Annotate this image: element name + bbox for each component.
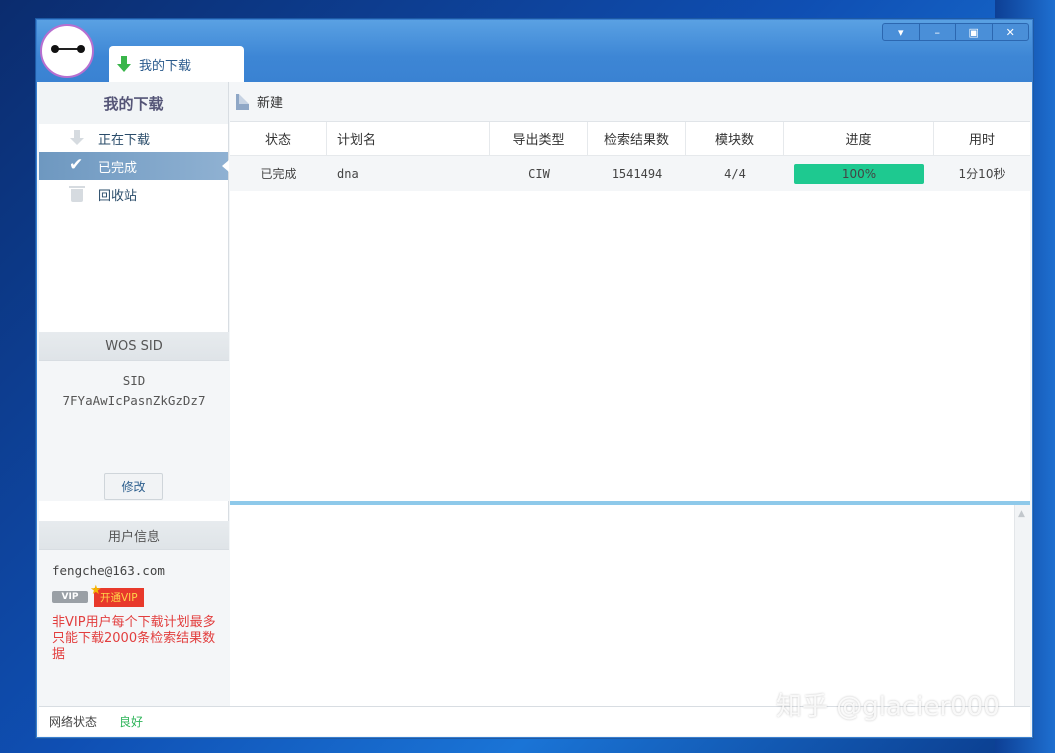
vip-limit-note: 非VIP用户每个下载计划最多只能下载2000条检索结果数据: [52, 615, 216, 662]
app-window: 我的下载 ▾ – ▣ ✕ 我的下载 正在下载 已完成 回收站 WOS SID S…: [36, 19, 1033, 738]
table-header: 状态 计划名 导出类型 检索结果数 模块数 进度 用时: [230, 122, 1030, 156]
sidebar-item-label: 正在下载: [98, 132, 151, 148]
modify-sid-button[interactable]: 修改: [104, 473, 163, 500]
check-icon: [69, 155, 85, 175]
sidebar-item-label: 回收站: [98, 188, 138, 204]
window-controls: ▾ – ▣ ✕: [882, 23, 1029, 41]
column-header-status[interactable]: 状态: [230, 122, 327, 155]
sid-panel: SID 7FYaAwIcPasnZkGzDz7 修改: [39, 361, 229, 501]
sidebar-item-label: 已完成: [98, 160, 138, 176]
vip-row: VIP ★ 开通VIP: [52, 583, 229, 607]
dropdown-menu-icon[interactable]: ▾: [883, 24, 920, 40]
sid-panel-header: WOS SID: [39, 332, 229, 361]
main-content: 新建 状态 计划名 导出类型 检索结果数 模块数 进度 用时 已完成 dna C…: [230, 82, 1030, 706]
close-icon[interactable]: ✕: [993, 24, 1029, 40]
new-button[interactable]: 新建: [257, 92, 283, 111]
column-header-results[interactable]: 检索结果数: [588, 122, 686, 155]
sidebar-item-downloading[interactable]: 正在下载: [39, 124, 228, 152]
column-header-modules[interactable]: 模块数: [686, 122, 784, 155]
user-email: fengche@163.com: [52, 563, 165, 578]
scroll-up-icon[interactable]: ▲: [1018, 509, 1025, 519]
cell-results: 1541494: [611, 166, 663, 181]
star-icon: ★: [90, 583, 102, 598]
cell-status: 已完成: [260, 167, 297, 181]
column-header-export-type[interactable]: 导出类型: [490, 122, 588, 155]
cell-time: 1分10秒: [958, 167, 1006, 181]
user-panel: fengche@163.com VIP ★ 开通VIP 非VIP用户每个下载计划…: [39, 550, 229, 706]
vip-badge: VIP: [52, 591, 88, 603]
table-row[interactable]: 已完成 dna CIW 1541494 4/4 100% 1分10秒: [230, 156, 1030, 191]
download-arrow-icon: [117, 56, 131, 72]
column-header-time[interactable]: 用时: [934, 122, 1030, 155]
sidebar-title: 我的下载: [39, 82, 228, 124]
network-status-label: 网络状态: [49, 715, 98, 729]
tab-my-downloads[interactable]: 我的下载: [109, 46, 244, 82]
progress-bar: 100%: [794, 163, 924, 184]
trash-icon: [69, 186, 85, 202]
progress-text: 100%: [841, 166, 877, 181]
log-area: ▲: [230, 505, 1030, 706]
cell-modules: 4/4: [724, 166, 746, 181]
maximize-icon[interactable]: ▣: [956, 24, 993, 40]
sid-label: SID: [122, 373, 146, 388]
sid-value: 7FYaAwIcPasnZkGzDz7: [62, 393, 206, 408]
cell-plan-name: dna: [337, 166, 359, 181]
toolbar: 新建: [230, 82, 1030, 122]
download-arrow-icon: [69, 130, 85, 146]
tab-label: 我的下载: [139, 58, 192, 74]
sidebar-item-recycle-bin[interactable]: 回收站: [39, 180, 228, 208]
app-logo: [40, 24, 94, 78]
cell-export-type: CIW: [528, 166, 550, 181]
sidebar-item-completed[interactable]: 已完成: [39, 152, 229, 180]
new-document-icon: [236, 93, 249, 110]
user-panel-header: 用户信息: [39, 521, 229, 550]
watermark: 知乎 @glacier000: [776, 691, 1000, 722]
cell-progress: 100%: [784, 156, 934, 191]
sidebar: 我的下载 正在下载 已完成 回收站 WOS SID SID 7FYaAwIcPa…: [39, 82, 229, 706]
log-scrollbar[interactable]: ▲: [1014, 505, 1030, 706]
title-bar: 我的下载 ▾ – ▣ ✕: [37, 20, 1032, 82]
network-status-value: 良好: [119, 715, 144, 729]
column-header-plan-name[interactable]: 计划名: [327, 122, 490, 155]
minimize-icon[interactable]: –: [920, 24, 956, 40]
column-header-progress[interactable]: 进度: [784, 122, 934, 155]
